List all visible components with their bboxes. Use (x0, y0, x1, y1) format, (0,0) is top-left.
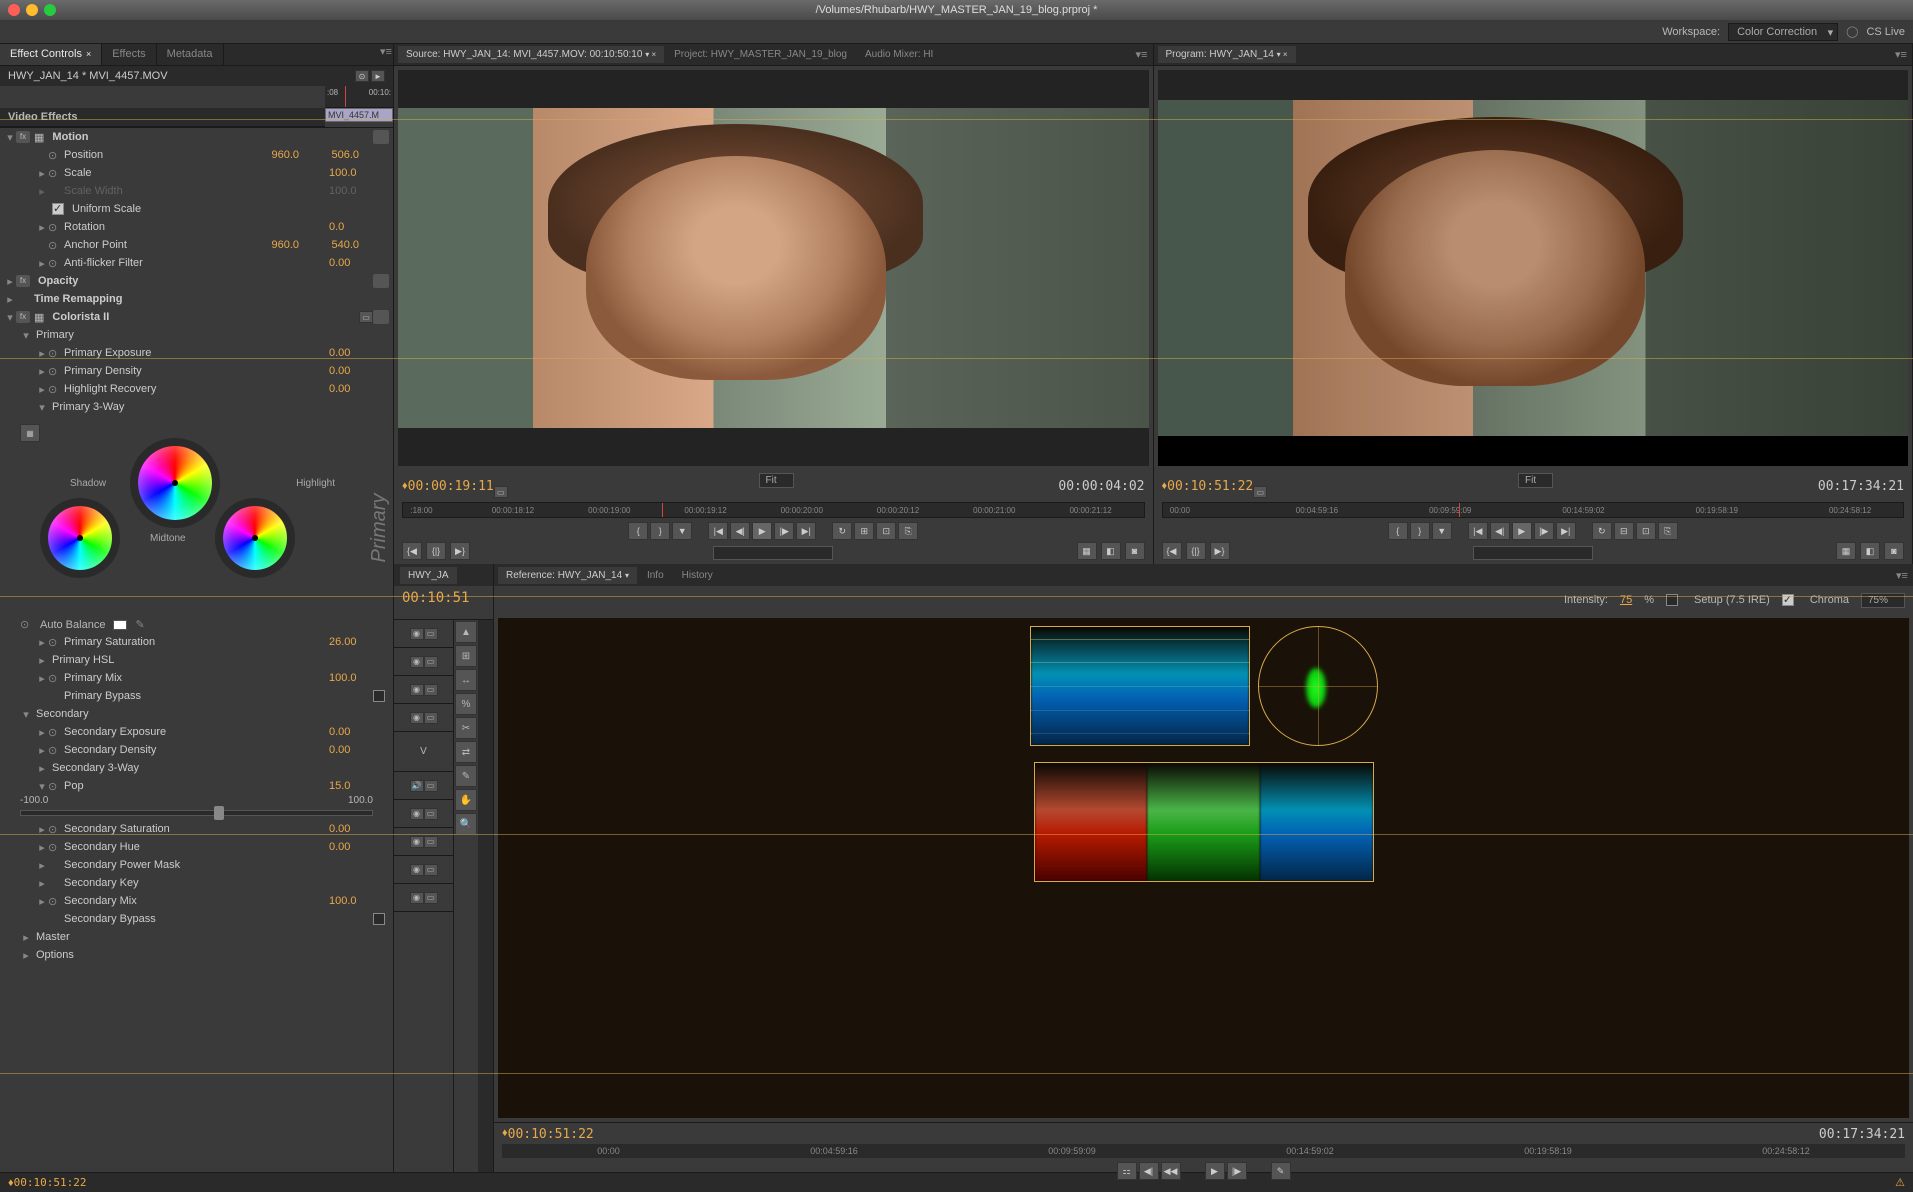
rgb-parade-scope[interactable] (1034, 762, 1374, 882)
scopes-display (498, 618, 1909, 1118)
scopes-ruler[interactable]: 00:00 00:04:59:16 00:09:59:09 00:14:59:0… (502, 1144, 1905, 1158)
scopes-panel: Reference: HWY_JAN_14 ▾ Info History ▾≡ … (494, 564, 1913, 1172)
